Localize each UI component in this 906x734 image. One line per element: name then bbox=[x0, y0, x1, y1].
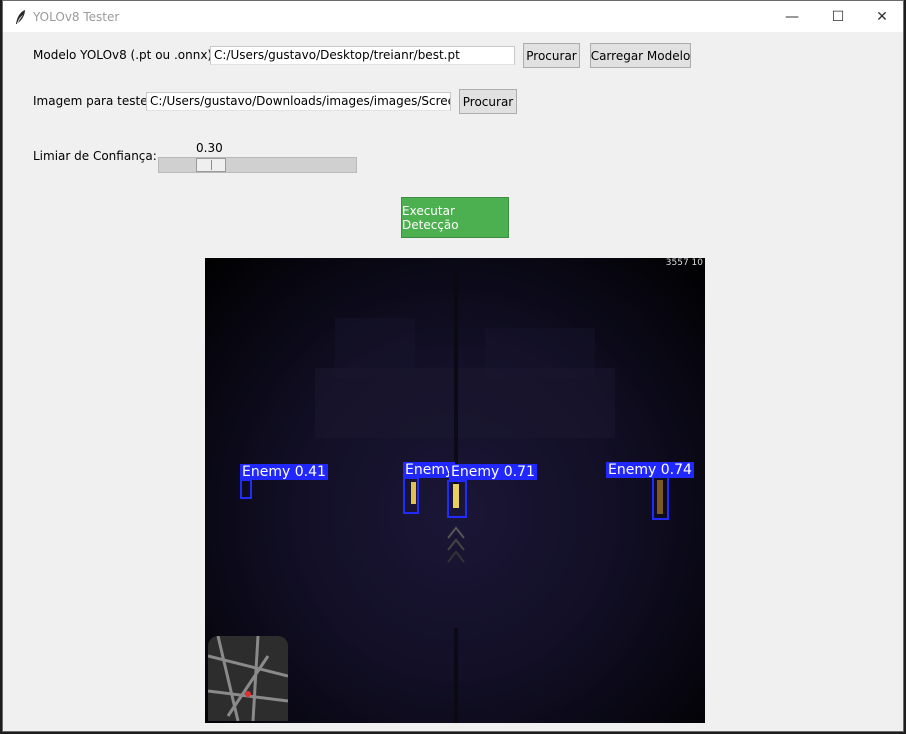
maximize-button[interactable]: ☐ bbox=[815, 1, 861, 32]
model-label: Modelo YOLOv8 (.pt ou .onnx): bbox=[33, 48, 217, 62]
app-window: YOLOv8 Tester — ☐ ✕ Modelo YOLOv8 (.pt o… bbox=[2, 0, 904, 732]
image-path-input[interactable]: C:/Users/gustavo/Downloads/images/images… bbox=[146, 92, 451, 111]
detection-label: Enemy 0.71 bbox=[449, 464, 537, 480]
window-title: YOLOv8 Tester bbox=[33, 10, 120, 24]
minimize-button[interactable]: — bbox=[769, 1, 815, 32]
detection-box bbox=[652, 476, 669, 520]
detection-label: Enemy 0.41 bbox=[240, 464, 328, 480]
model-path-input[interactable]: C:/Users/gustavo/Desktop/treianr/best.pt bbox=[210, 46, 515, 65]
detection-box bbox=[447, 480, 467, 518]
detection-box bbox=[403, 477, 419, 514]
close-button[interactable]: ✕ bbox=[859, 1, 903, 32]
model-browse-button[interactable]: Procurar bbox=[523, 43, 580, 68]
detection-box bbox=[240, 479, 252, 499]
minimap-roads bbox=[208, 636, 288, 721]
detection-label: Enemy bbox=[403, 462, 456, 478]
image-browse-button[interactable]: Procurar bbox=[459, 89, 517, 114]
run-detection-button[interactable]: Executar Detecção bbox=[401, 197, 509, 238]
hud-counter: 3557 10 bbox=[665, 258, 703, 268]
load-model-button[interactable]: Carregar Modelo bbox=[590, 43, 691, 68]
detection-result-image: Enemy 0.41 Enemy Enemy 0.71 Enemy 0.74 3… bbox=[205, 258, 705, 723]
confidence-label: Limiar de Confiança: bbox=[33, 149, 157, 163]
confidence-value: 0.30 bbox=[196, 141, 223, 155]
image-label: Imagem para teste: bbox=[33, 94, 152, 108]
confidence-slider-handle[interactable] bbox=[196, 158, 226, 172]
title-bar: YOLOv8 Tester — ☐ ✕ bbox=[3, 1, 903, 32]
minimap bbox=[208, 636, 288, 721]
feather-icon bbox=[16, 10, 25, 24]
detection-label: Enemy 0.74 bbox=[606, 462, 694, 478]
confidence-slider[interactable] bbox=[158, 157, 357, 173]
